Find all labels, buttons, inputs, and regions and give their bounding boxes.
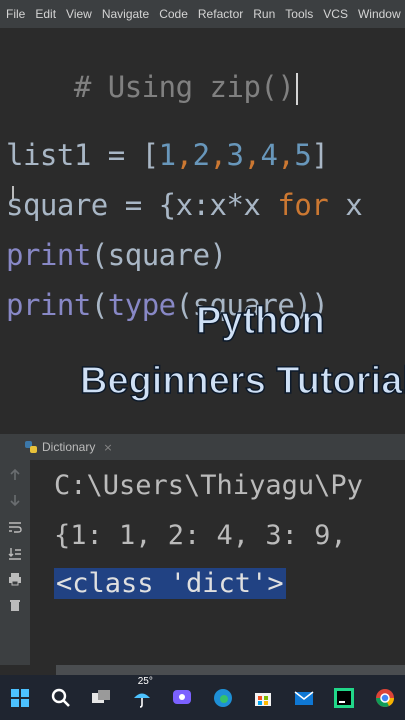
search-icon[interactable] bbox=[47, 684, 75, 712]
menu-view[interactable]: View bbox=[61, 7, 97, 21]
chrome-icon[interactable] bbox=[371, 684, 399, 712]
menu-run[interactable]: Run bbox=[248, 7, 280, 21]
code-builtin: print bbox=[6, 288, 91, 322]
code-number: 4 bbox=[260, 138, 278, 172]
run-panel-header: Dictionary × bbox=[0, 433, 405, 460]
code-line-1: # Using zip() bbox=[6, 36, 299, 139]
menu-refactor[interactable]: Refactor bbox=[193, 7, 248, 21]
arrow-up-icon[interactable] bbox=[8, 468, 22, 482]
weather-temp: 25° bbox=[137, 675, 153, 687]
output-line-dict: {1: 1, 2: 4, 3: 9, bbox=[54, 520, 363, 551]
store-icon[interactable] bbox=[249, 684, 277, 712]
run-toolbar bbox=[0, 460, 30, 665]
caption-subtitle: Beginners Tutorial bbox=[79, 359, 405, 403]
run-tab-label[interactable]: Dictionary bbox=[42, 440, 95, 454]
weather-icon[interactable]: 25° bbox=[128, 676, 156, 712]
code-keyword: for bbox=[277, 188, 329, 222]
chat-icon[interactable] bbox=[168, 684, 196, 712]
menu-tools[interactable]: Tools bbox=[280, 7, 318, 21]
output-line-type: <class 'dict'> bbox=[54, 568, 286, 599]
code-number: 1 bbox=[158, 138, 176, 172]
close-icon[interactable]: × bbox=[103, 441, 112, 454]
python-icon bbox=[25, 441, 37, 453]
horizontal-scrollbar[interactable] bbox=[56, 665, 405, 675]
code-paren: ( bbox=[90, 288, 108, 322]
code-args: (square) bbox=[90, 238, 227, 272]
code-line-4: print(square) bbox=[6, 238, 227, 272]
code-line-3: square = {x:x*x for x bbox=[6, 188, 363, 222]
trash-icon[interactable] bbox=[8, 598, 22, 612]
code-number: 5 bbox=[294, 138, 312, 172]
menu-navigate[interactable]: Navigate bbox=[97, 7, 154, 21]
code-list-assign: list1 = [ bbox=[6, 138, 159, 172]
menu-edit[interactable]: Edit bbox=[30, 7, 61, 21]
pycharm-icon[interactable] bbox=[330, 684, 358, 712]
selected-text[interactable]: <class 'dict'> bbox=[54, 568, 286, 599]
code-number: 3 bbox=[226, 138, 244, 172]
menu-file[interactable]: File bbox=[0, 7, 30, 21]
windows-start-icon[interactable] bbox=[6, 684, 34, 712]
code-comment: # Using zip() bbox=[73, 70, 295, 104]
scroll-to-end-icon[interactable] bbox=[8, 546, 22, 560]
code-dict-comp: square = {x:x*x bbox=[6, 188, 278, 222]
caption-title: Python bbox=[195, 299, 325, 343]
menu-code[interactable]: Code bbox=[154, 7, 193, 21]
print-icon[interactable] bbox=[8, 572, 22, 586]
run-output[interactable]: C:\Users\Thiyagu\Py {1: 1, 2: 4, 3: 9, <… bbox=[30, 460, 405, 665]
soft-wrap-icon[interactable] bbox=[8, 520, 22, 534]
mail-icon[interactable] bbox=[290, 684, 318, 712]
edge-icon[interactable] bbox=[209, 684, 237, 712]
text-cursor bbox=[296, 73, 299, 105]
code-builtin: print bbox=[6, 238, 91, 272]
task-view-icon[interactable] bbox=[87, 684, 115, 712]
code-number: 2 bbox=[192, 138, 210, 172]
output-line-path: C:\Users\Thiyagu\Py bbox=[54, 470, 363, 501]
menu-bar: File Edit View Navigate Code Refactor Ru… bbox=[0, 0, 405, 28]
code-line-2: list1 = [1,2,3,4,5] bbox=[6, 138, 329, 172]
menu-window[interactable]: Window bbox=[353, 7, 405, 21]
menu-vcs[interactable]: VCS bbox=[318, 7, 353, 21]
windows-taskbar: 25° bbox=[0, 675, 405, 720]
arrow-down-icon[interactable] bbox=[8, 493, 22, 507]
code-var: x bbox=[328, 188, 363, 222]
code-builtin: type bbox=[107, 288, 176, 322]
